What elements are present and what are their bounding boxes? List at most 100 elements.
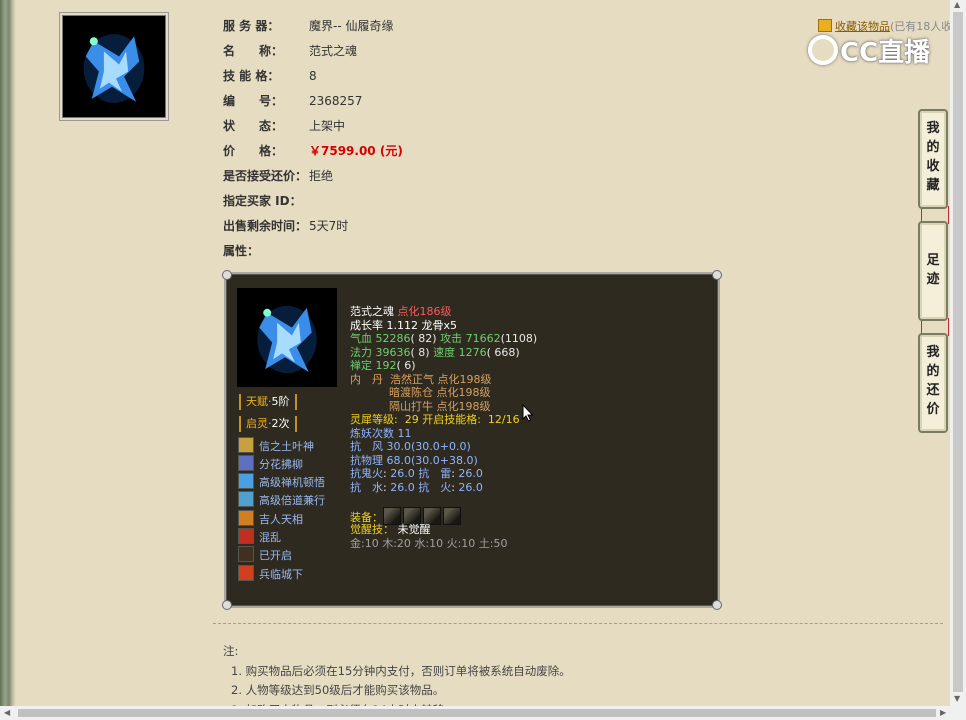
side-tab-char: 的 — [926, 364, 940, 379]
side-tab-char: 的 — [926, 140, 940, 155]
skill-icon — [238, 455, 254, 471]
awaken-value: 未觉醒 — [397, 523, 431, 536]
skill-item[interactable]: 吉人天相 — [238, 510, 303, 528]
res-wind-label: 抗 风 — [350, 440, 383, 453]
time-left-value: 5天7时 — [309, 219, 349, 233]
res-water-value: 26.0 — [390, 480, 415, 494]
skill-slots-value: 8 — [309, 69, 317, 83]
side-tab-char: 足 — [926, 253, 940, 268]
skill-item[interactable]: 高级倍道兼行 — [238, 491, 325, 509]
skill-item[interactable]: 已开启 — [238, 546, 292, 564]
res-fire-label: 抗 火 — [418, 480, 452, 494]
skill-icon — [238, 473, 254, 489]
awakening-label: 启灵 — [246, 417, 268, 430]
res-thunder-label: 抗 雷 — [418, 467, 452, 480]
mp-value: 39636 — [375, 345, 411, 359]
hp-label: 气血 — [350, 332, 372, 345]
five-elements: 金:10 木:20 水:10 火:10 土:50 — [350, 536, 508, 550]
name-label: 名 称： — [223, 44, 284, 58]
pet-portrait-icon — [237, 288, 337, 387]
note-item: 2. 人物等级达到50级后才能购买该物品。 — [231, 683, 445, 697]
skill-icon — [238, 491, 254, 507]
horizontal-scroll-thumb[interactable] — [18, 709, 936, 717]
res-phys-row: 抗物理 68.0(30.0+38.0) — [350, 454, 537, 468]
awakening-badge: 启灵·2次 — [239, 416, 297, 432]
def-row: 禅定 192( 6) — [350, 359, 537, 373]
skill-name: 高级禅机顿悟 — [259, 476, 325, 489]
notes-section: 注: 1. 购买物品后必须在15分钟内支付，否则订单将被系统自动废除。 2. 人… — [223, 642, 571, 709]
skill-slots-label: 技 能 格： — [223, 69, 280, 83]
id-value: 2368257 — [309, 94, 363, 108]
skill-name: 分花拂柳 — [259, 458, 303, 471]
time-left-label: 出售剩余时间： — [223, 219, 308, 233]
skill-icon — [238, 528, 254, 544]
id-label: 编 号： — [223, 94, 284, 108]
scroll-right-icon[interactable]: ▶ — [940, 708, 946, 717]
res-fire-value: 26.0 — [458, 480, 483, 494]
status-label: 状 态： — [223, 119, 284, 133]
inner-core-label: 内 丹 — [350, 372, 383, 386]
attributes-row: 属性： — [223, 241, 309, 261]
side-tab-my-offers[interactable]: 我 的 还 价 — [918, 333, 948, 433]
pet-image-icon — [63, 16, 165, 117]
spd-value: 1276 — [458, 345, 487, 359]
item-thumbnail — [62, 15, 166, 118]
side-tab-my-favorites[interactable]: 我 的 收 藏 — [918, 109, 948, 209]
lingxi-label: 灵犀等级: — [350, 413, 398, 426]
vertical-scroll-thumb[interactable] — [953, 12, 963, 692]
server-label: 服 务 器： — [223, 19, 280, 33]
vertical-scrollbar[interactable]: ▲ ▼ — [950, 0, 966, 706]
pet-stats: 范式之魂 点化186级 成长率 1.112 龙骨x5 气血 52286( 82)… — [350, 305, 537, 550]
side-tab-footprints[interactable]: 足 迹 — [918, 221, 948, 321]
hp-value: 52286 — [375, 332, 411, 345]
time-left-row: 出售剩余时间： 5天7时 — [223, 216, 348, 236]
skill-item[interactable]: 分花拂柳 — [238, 455, 303, 473]
panel-corner — [222, 600, 232, 610]
scroll-left-icon[interactable]: ◀ — [4, 708, 10, 717]
res-ghostfire-label: 抗鬼火 — [350, 467, 383, 480]
spd-label: 速度 — [433, 345, 456, 359]
favorite-folder-icon — [818, 19, 832, 32]
mp-spd-row: 法力 39636( 8) 速度 1276( 668) — [350, 346, 537, 360]
skill-icon — [238, 546, 254, 562]
price-value: ￥7599.00 (元) — [309, 144, 403, 158]
pet-attribute-panel: 天赋·5阶 启灵·2次 信之土叶神 分花拂柳 高级禅机顿悟 高级倍道兼行 吉人天… — [222, 270, 722, 610]
skill-item[interactable]: 高级禅机顿悟 — [238, 473, 325, 491]
def-add: ( 6) — [396, 359, 416, 372]
inner-core-row-2: 暗渡陈仓 点化198级 — [350, 386, 537, 400]
counter-offer-row: 是否接受还价： 拒绝 — [223, 166, 333, 186]
counter-offer-label: 是否接受还价： — [223, 169, 308, 183]
awaken-row: 觉醒技： 未觉醒 — [350, 523, 537, 537]
side-tab-char: 还 — [926, 383, 940, 398]
growth-rate: 成长率 1.112 龙骨x5 — [350, 318, 457, 332]
awakening-value: 2次 — [271, 417, 290, 430]
skill-name: 兵临城下 — [259, 568, 303, 581]
buyer-id-label: 指定买家 ID： — [223, 194, 302, 208]
cc-live-watermark: CC直播 — [808, 32, 930, 69]
equip-slot-icon[interactable] — [443, 507, 461, 525]
dashed-divider — [213, 623, 943, 624]
skill-item[interactable]: 混乱 — [238, 528, 281, 546]
res-phys-label: 抗物理 — [350, 453, 383, 467]
res-wind-value: 30.0(30.0+0.0) — [386, 440, 471, 453]
res-wind-row: 抗 风 30.0(30.0+0.0) — [350, 440, 537, 454]
skill-item[interactable]: 信之土叶神 — [238, 437, 314, 455]
awaken-label: 觉醒技： — [350, 523, 394, 536]
talent-badge: 天赋·5阶 — [239, 394, 297, 410]
server-value: 魔界-- 仙履奇缘 — [309, 19, 394, 33]
def-label: 禅定 — [350, 359, 372, 372]
scroll-up-icon[interactable]: ▲ — [954, 0, 960, 9]
mp-label: 法力 — [350, 345, 372, 359]
side-tab-char: 价 — [926, 402, 940, 417]
horizontal-scrollbar[interactable]: ◀ ▶ — [0, 706, 966, 720]
skill-name: 混乱 — [259, 531, 281, 544]
atk-value: 71662 — [465, 332, 501, 345]
panel-corner — [712, 270, 722, 280]
side-tab-char: 我 — [926, 345, 940, 360]
skill-item[interactable]: 兵临城下 — [238, 565, 303, 583]
skill-name: 高级倍道兼行 — [259, 494, 325, 507]
inner-core-row-3: 隔山打牛 点化198级 — [350, 400, 537, 414]
scroll-down-icon[interactable]: ▼ — [954, 694, 960, 703]
inner-core-2: 暗渡陈仓 点化198级 — [389, 386, 491, 399]
counter-offer-value: 拒绝 — [309, 169, 334, 183]
